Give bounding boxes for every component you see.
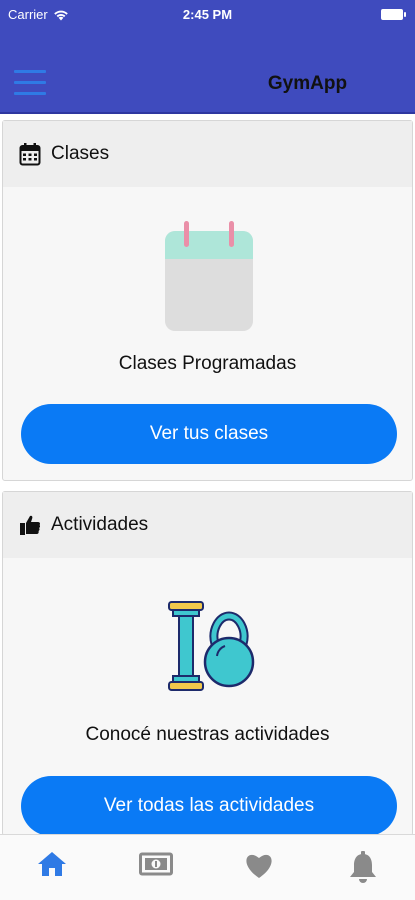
activities-card-header: Actividades <box>3 492 412 558</box>
activities-card: Actividades Conocé nuestras actividades … <box>2 491 413 836</box>
battery-icon <box>381 9 406 20</box>
classes-card: Clases Clases Programadas Ver tus clases <box>2 120 413 481</box>
classes-card-body: Clases Programadas Ver tus clases <box>3 187 412 481</box>
activities-caption: Conocé nuestras actividades <box>85 724 330 745</box>
view-classes-button[interactable]: Ver tus clases <box>21 404 397 464</box>
calendar-icon <box>19 143 41 166</box>
app-title: GymApp <box>267 73 348 94</box>
tab-favorites[interactable] <box>208 835 312 900</box>
status-bar: Carrier 2:45 PM <box>0 0 415 30</box>
tab-money[interactable] <box>104 835 208 900</box>
activities-card-title: Actividades <box>51 514 149 535</box>
calendar-illustration <box>165 221 253 331</box>
classes-card-header: Clases <box>3 121 412 187</box>
activities-card-body: Conocé nuestras actividades Ver todas la… <box>3 558 412 836</box>
tab-notifications[interactable] <box>311 835 415 900</box>
heart-icon <box>246 854 272 878</box>
bell-icon <box>350 851 377 883</box>
tab-home[interactable] <box>0 835 104 900</box>
status-time: 2:45 PM <box>182 7 233 22</box>
dumbbell-kettlebell-illustration <box>168 601 255 691</box>
classes-card-title: Clases <box>51 143 110 164</box>
thumbs-up-icon <box>20 515 41 535</box>
app-header: GymApp <box>0 30 415 114</box>
tab-bar <box>0 834 415 900</box>
home-icon <box>37 852 66 876</box>
classes-caption: Clases Programadas <box>118 353 297 374</box>
hamburger-menu-icon[interactable] <box>14 70 46 96</box>
view-activities-button[interactable]: Ver todas las actividades <box>21 776 397 836</box>
money-icon <box>138 852 173 876</box>
